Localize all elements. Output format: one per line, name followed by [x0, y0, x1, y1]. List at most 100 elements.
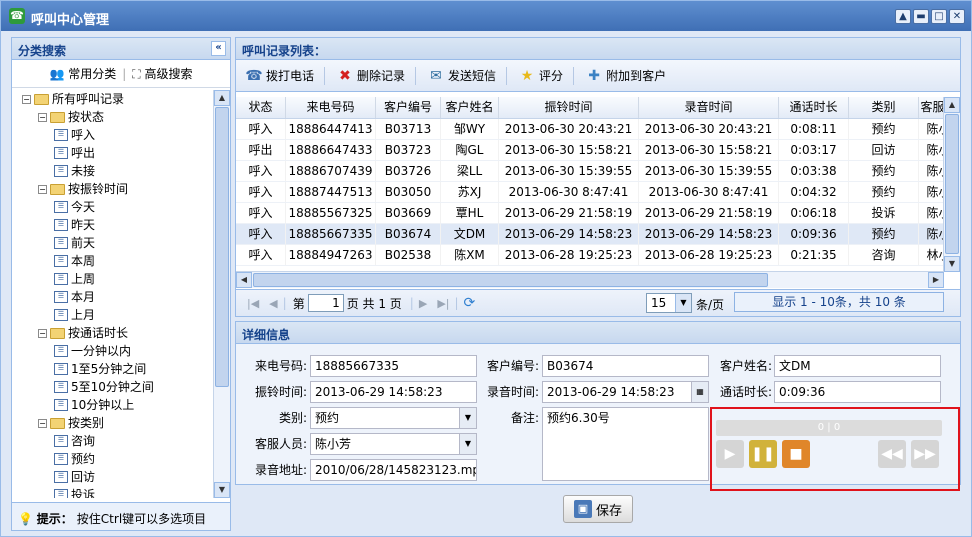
column-header[interactable]: 类别	[849, 97, 919, 118]
tree-node-label: 按振铃时间	[68, 182, 129, 196]
table-row[interactable]: 呼入 18887447513 B03050 苏XJ 2013-06-30 8:47:41…	[236, 182, 946, 203]
tree-node-10[interactable]: ☰ 上周	[54, 270, 95, 288]
scroll-down-icon[interactable]: ▼	[944, 256, 960, 272]
customer-no-field[interactable]: B03674	[542, 355, 709, 377]
save-button[interactable]: ▣ 保存	[563, 495, 633, 523]
advanced-search-button[interactable]: ⛶ 高级搜索	[132, 65, 192, 82]
category-select[interactable]: 预约 ▼	[310, 407, 477, 429]
next-page-icon[interactable]: ▶	[419, 297, 427, 310]
tree-node-4[interactable]: ☰ 未接	[54, 162, 95, 180]
collapse-node-icon[interactable]: −	[38, 328, 47, 338]
tree-node-6[interactable]: ☰ 今天	[54, 198, 95, 216]
tree-node-17[interactable]: ☰ 10分钟以上	[54, 396, 134, 414]
table-cell: 18885567325	[286, 203, 376, 223]
collapse-node-icon[interactable]: −	[38, 184, 47, 194]
attach-button[interactable]: ✚ 附加到客户	[582, 64, 668, 88]
call-button[interactable]: ☎ 拨打电话	[242, 64, 316, 88]
agent-select[interactable]: 陈小芳 ▼	[310, 433, 477, 455]
play-icon[interactable]: ▶	[716, 440, 744, 468]
table-row[interactable]: 呼入 18885567325 B03669 覃HL 2013-06-29 21:58:1…	[236, 203, 946, 224]
table-row[interactable]: 呼入 18886447413 B03713 邹WY 2013-06-30 20:43:2…	[236, 119, 946, 140]
collapse-window-button[interactable]: ▲	[895, 9, 911, 24]
collapse-panel-button[interactable]: «	[211, 41, 226, 56]
column-header[interactable]: 振铃时间	[499, 97, 639, 118]
ring-time-field[interactable]: 2013-06-29 14:58:23	[310, 381, 477, 403]
record-time-field[interactable]: 2013-06-29 14:58:23 ▦	[542, 381, 709, 403]
phone-app-icon: ☎	[9, 8, 25, 24]
scroll-left-icon[interactable]: ◀	[236, 272, 252, 288]
tree-node-19[interactable]: ☰ 咨询	[54, 432, 95, 450]
column-header[interactable]: 录音时间	[639, 97, 779, 118]
duration-field[interactable]: 0:09:36	[774, 381, 941, 403]
column-header[interactable]: 来电号码	[286, 97, 376, 118]
column-header[interactable]: 客户姓名	[441, 97, 499, 118]
scroll-up-icon[interactable]: ▲	[944, 97, 960, 113]
table-cell: 预约	[849, 182, 919, 202]
column-header[interactable]: 状态	[236, 97, 286, 118]
tree-node-9[interactable]: ☰ 本周	[54, 252, 95, 270]
column-header[interactable]: 通话时长	[779, 97, 849, 118]
rate-button[interactable]: ★ 评分	[515, 64, 565, 88]
tree-node-21[interactable]: ☰ 回访	[54, 468, 95, 486]
list-leaf-icon: ☰	[54, 255, 68, 267]
pause-icon[interactable]: ❚❚	[749, 440, 777, 468]
tree-node-3[interactable]: ☰ 呼出	[54, 144, 95, 162]
tree-node-5[interactable]: − 按振铃时间	[38, 180, 128, 198]
customer-name-field[interactable]: 文DM	[774, 355, 941, 377]
table-row[interactable]: 呼入 18886707439 B03726 梁LL 2013-06-30 15:39:5…	[236, 161, 946, 182]
fast-forward-icon[interactable]: ▶▶	[911, 440, 939, 468]
first-page-icon[interactable]: |◀	[247, 297, 259, 310]
tree-node-15[interactable]: ☰ 1至5分钟之间	[54, 360, 146, 378]
record-address-field[interactable]: 2010/06/28/145823123.mp3	[310, 459, 477, 481]
tree-node-11[interactable]: ☰ 本月	[54, 288, 95, 306]
tree-node-2[interactable]: ☰ 呼入	[54, 126, 95, 144]
column-header[interactable]: 客服人	[919, 97, 946, 118]
chevron-down-icon[interactable]: ▼	[675, 294, 691, 312]
table-row[interactable]: 呼入 18884947263 B02538 陈XM 2013-06-28 19:25:2…	[236, 245, 946, 266]
collapse-node-icon[interactable]: −	[38, 418, 47, 428]
note-label: 备注:	[510, 411, 539, 425]
tree-node-16[interactable]: ☰ 5至10分钟之间	[54, 378, 154, 396]
phone-field[interactable]: 18885667335	[310, 355, 477, 377]
tree-node-8[interactable]: ☰ 前天	[54, 234, 95, 252]
tree-node-12[interactable]: ☰ 上月	[54, 306, 95, 324]
tree-node-18[interactable]: − 按类别	[38, 414, 104, 432]
grid-vscrollbar[interactable]: ▲ ▼	[943, 97, 960, 272]
chevron-down-icon[interactable]: ▼	[459, 434, 476, 454]
column-header[interactable]: 客户编号	[376, 97, 441, 118]
refresh-icon[interactable]: ⟳	[464, 295, 476, 311]
note-field[interactable]: 预约6.30号	[542, 407, 709, 481]
maximize-button[interactable]: □	[931, 9, 947, 24]
close-button[interactable]: ✕	[949, 9, 965, 24]
sms-button[interactable]: ✉ 发送短信	[424, 64, 498, 88]
tree-node-1[interactable]: − 按状态	[38, 108, 104, 126]
table-row[interactable]: 呼出 18886647433 B03723 陶GL 2013-06-30 15:58:2…	[236, 140, 946, 161]
scroll-down-icon[interactable]: ▼	[214, 482, 230, 498]
prev-page-icon[interactable]: ◀	[269, 297, 277, 310]
delete-button[interactable]: ✖ 删除记录	[333, 64, 407, 88]
collapse-node-icon[interactable]: −	[22, 94, 31, 104]
scroll-right-icon[interactable]: ▶	[928, 272, 944, 288]
playback-progress[interactable]: 0 | 0	[716, 420, 942, 436]
tree-node-20[interactable]: ☰ 预约	[54, 450, 95, 468]
tree-scrollbar[interactable]: ▲ ▼	[213, 90, 230, 498]
tree-node-14[interactable]: ☰ 一分钟以内	[54, 342, 131, 360]
tree-node-22[interactable]: ☰ 投诉	[54, 486, 95, 498]
minimize-button[interactable]: ▬	[913, 9, 929, 24]
grid-vscroll-thumb[interactable]	[945, 114, 959, 254]
page-size-select[interactable]: 15 ▼	[646, 293, 692, 313]
rewind-icon[interactable]: ◀◀	[878, 440, 906, 468]
page-number-input[interactable]: 1	[307, 294, 344, 312]
collapse-node-icon[interactable]: −	[38, 112, 47, 122]
grid-hscrollbar[interactable]: ◀ ▶	[236, 271, 944, 288]
table-row[interactable]: 呼入 18885667335 B03674 文DM 2013-06-29 14:58:2…	[236, 224, 946, 245]
grid-hscroll-thumb[interactable]	[253, 273, 768, 287]
common-category-button[interactable]: 👥 常用分类	[49, 65, 116, 82]
stop-icon[interactable]: ■	[782, 440, 810, 468]
scroll-up-icon[interactable]: ▲	[214, 90, 230, 106]
tree-node-13[interactable]: − 按通话时长	[38, 324, 128, 342]
last-page-icon[interactable]: ▶|	[437, 297, 449, 310]
tree-node-0[interactable]: − 所有呼叫记录	[22, 90, 124, 108]
tree-scroll-thumb[interactable]	[215, 107, 229, 387]
tree-node-7[interactable]: ☰ 昨天	[54, 216, 95, 234]
